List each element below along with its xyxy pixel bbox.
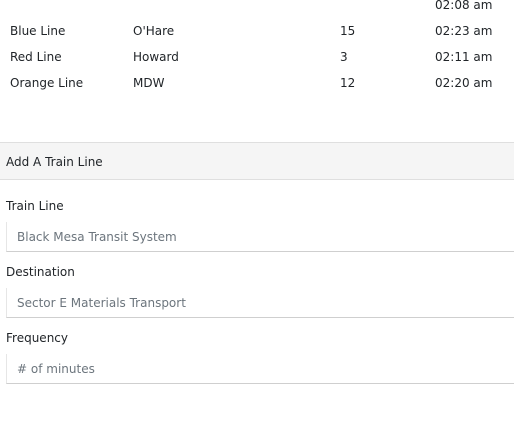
frequency-label: Frequency: [6, 331, 68, 345]
train-name-cell: Orange Line: [10, 76, 84, 90]
frequency-input[interactable]: [6, 354, 514, 384]
add-train-panel-header: Add A Train Line: [0, 142, 514, 180]
next-arrival-cell: 02:11 am: [435, 50, 493, 64]
panel-title: Add A Train Line: [6, 155, 103, 169]
frequency-cell: 3: [340, 50, 348, 64]
destination-cell: Howard: [133, 50, 179, 64]
train-line-label: Train Line: [6, 199, 64, 213]
frequency-cell: 12: [340, 76, 356, 90]
destination-cell: O'Hare: [133, 24, 175, 38]
next-arrival-cell: 02:08 am: [435, 0, 493, 12]
table-row: Red Line Howard 3 02:11 am: [0, 44, 514, 70]
frequency-cell: 15: [340, 24, 356, 38]
next-arrival-cell: 02:23 am: [435, 24, 493, 38]
next-arrival-cell: 02:20 am: [435, 76, 493, 90]
destination-cell: MDW: [133, 76, 165, 90]
destination-label: Destination: [6, 265, 75, 279]
train-line-input[interactable]: [6, 222, 514, 252]
train-name-cell: Red Line: [10, 50, 62, 64]
table-row: 02:08 am: [0, 0, 514, 18]
destination-input[interactable]: [6, 288, 514, 318]
train-name-cell: Blue Line: [10, 24, 66, 38]
train-scheduler-page: 02:08 am Blue Line O'Hare 15 02:23 am Re…: [0, 0, 514, 431]
schedule-table: 02:08 am Blue Line O'Hare 15 02:23 am Re…: [0, 0, 514, 96]
table-row: Orange Line MDW 12 02:20 am: [0, 70, 514, 96]
table-row: Blue Line O'Hare 15 02:23 am: [0, 18, 514, 44]
